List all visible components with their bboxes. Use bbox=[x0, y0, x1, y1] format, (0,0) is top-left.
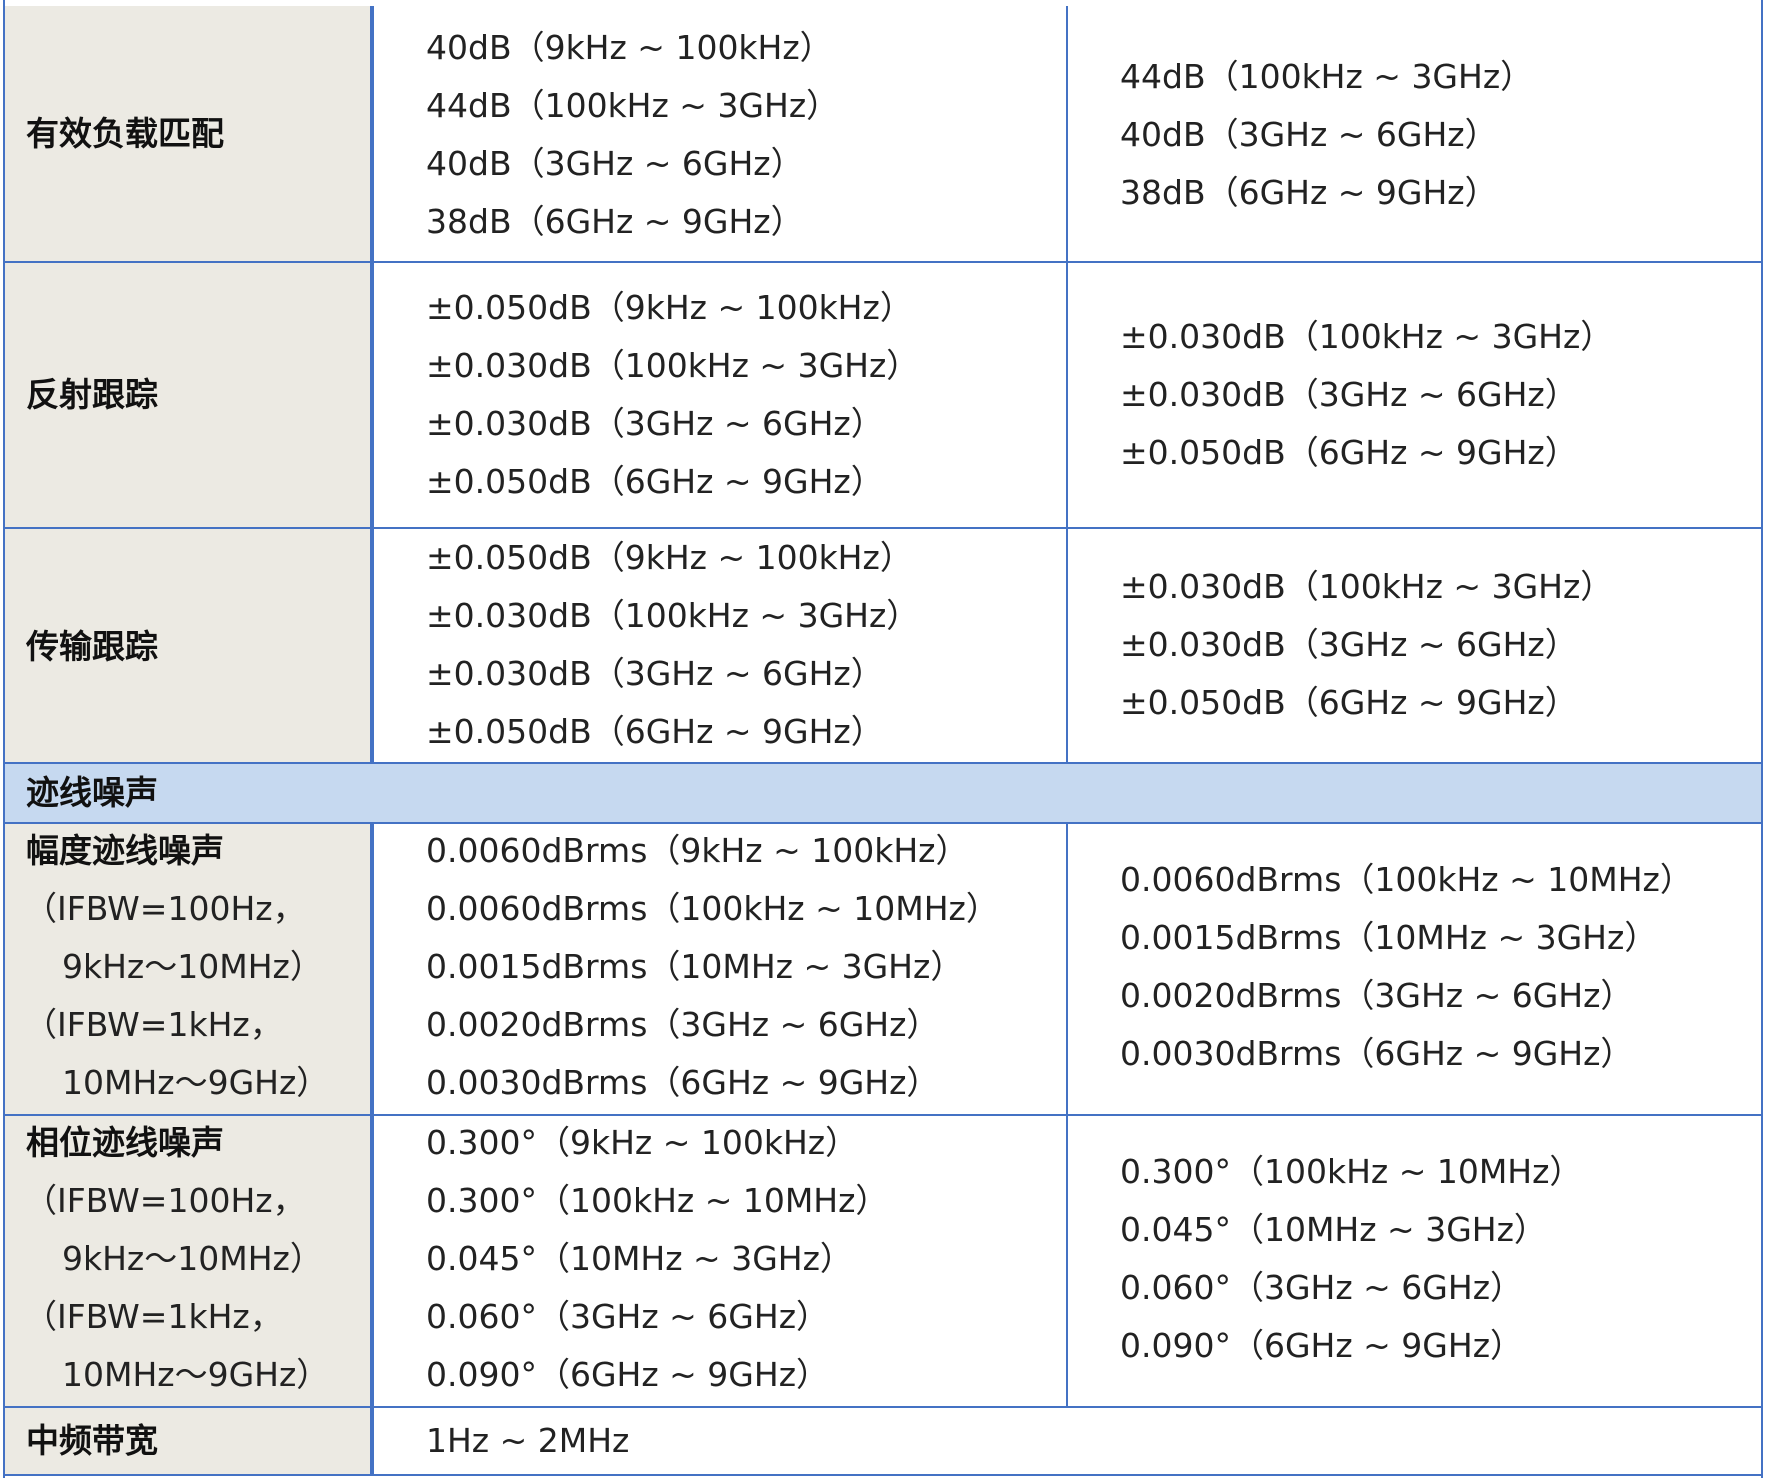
row-label-cell: 有效负载匹配 bbox=[4, 6, 374, 261]
row-label-note: （IFBW=1kHz， bbox=[24, 1005, 283, 1044]
value-line: ±0.050dB（9kHz ~ 100kHz） bbox=[426, 288, 913, 327]
value-line: 0.045°（10MHz ~ 3GHz） bbox=[426, 1239, 853, 1278]
row-label-note: （IFBW=1kHz， bbox=[24, 1297, 283, 1336]
value-line: ±0.030dB（3GHz ~ 6GHz） bbox=[426, 404, 884, 443]
row-label: 传输跟踪 bbox=[26, 627, 158, 666]
row-label-note: （IFBW=100Hz， bbox=[24, 1181, 306, 1220]
table-right-border bbox=[1761, 0, 1763, 1478]
value-line: ±0.030dB（3GHz ~ 6GHz） bbox=[1120, 375, 1578, 414]
row-label-note: 10MHz～9GHz） bbox=[62, 1355, 330, 1394]
row-label: 相位迹线噪声 bbox=[26, 1123, 224, 1162]
value-line: 0.045°（10MHz ~ 3GHz） bbox=[1120, 1210, 1547, 1249]
value-line: 0.0060dBrms（100kHz ~ 10MHz） bbox=[1120, 860, 1693, 899]
value-line: 0.060°（3GHz ~ 6GHz） bbox=[426, 1297, 830, 1336]
row-label-cell: 幅度迹线噪声 （IFBW=100Hz， 9kHz～10MHz） （IFBW=1k… bbox=[4, 824, 374, 1114]
row-label-cell: 传输跟踪 bbox=[4, 529, 374, 762]
spec-row-magnitude-trace-noise: 幅度迹线噪声 （IFBW=100Hz， 9kHz～10MHz） （IFBW=1k… bbox=[4, 824, 1762, 1114]
row-label: 中频带宽 bbox=[26, 1421, 158, 1460]
row-values-col2: ±0.030dB（100kHz ~ 3GHz） ±0.030dB（3GHz ~ … bbox=[1066, 263, 1762, 527]
row-values-col1: 40dB（9kHz ~ 100kHz） 44dB（100kHz ~ 3GHz） … bbox=[374, 6, 1066, 261]
spec-row-phase-trace-noise: 相位迹线噪声 （IFBW=100Hz， 9kHz～10MHz） （IFBW=1k… bbox=[4, 1116, 1762, 1406]
spec-row-transmission-tracking: 传输跟踪 ±0.050dB（9kHz ~ 100kHz） ±0.030dB（10… bbox=[4, 529, 1762, 762]
value-line: ±0.030dB（100kHz ~ 3GHz） bbox=[426, 596, 920, 635]
row-label-note: 9kHz～10MHz） bbox=[62, 947, 323, 986]
row-values-col1: 0.300°（9kHz ~ 100kHz） 0.300°（100kHz ~ 10… bbox=[374, 1116, 1066, 1406]
spec-table: 有效负载匹配 40dB（9kHz ~ 100kHz） 44dB（100kHz ~… bbox=[0, 0, 1766, 1478]
value-line: 38dB（6GHz ~ 9GHz） bbox=[426, 202, 804, 241]
value-line: ±0.050dB（9kHz ~ 100kHz） bbox=[426, 538, 913, 577]
row-label-note: 9kHz～10MHz） bbox=[62, 1239, 323, 1278]
row-label-cell: 反射跟踪 bbox=[4, 263, 374, 527]
row-values-col2: 0.0060dBrms（100kHz ~ 10MHz） 0.0015dBrms（… bbox=[1066, 824, 1762, 1114]
spec-row-if-bandwidth: 中频带宽 1Hz ~ 2MHz bbox=[4, 1408, 1762, 1474]
row-values-col1: 0.0060dBrms（9kHz ~ 100kHz） 0.0060dBrms（1… bbox=[374, 824, 1066, 1114]
value-line: 40dB（3GHz ~ 6GHz） bbox=[1120, 115, 1498, 154]
table-left-border bbox=[3, 0, 5, 1478]
value-line: 0.060°（3GHz ~ 6GHz） bbox=[1120, 1268, 1524, 1307]
section-title: 迹线噪声 bbox=[26, 773, 158, 812]
row-values-col1: ±0.050dB（9kHz ~ 100kHz） ±0.030dB（100kHz … bbox=[374, 529, 1066, 762]
table-bottom-border bbox=[4, 1474, 1762, 1476]
row-label: 反射跟踪 bbox=[26, 375, 158, 414]
value-line: 0.0030dBrms（6GHz ~ 9GHz） bbox=[426, 1063, 940, 1102]
value-line: 0.0020dBrms（3GHz ~ 6GHz） bbox=[426, 1005, 940, 1044]
value-line: 1Hz ~ 2MHz bbox=[426, 1421, 630, 1460]
spec-row-load-match: 有效负载匹配 40dB（9kHz ~ 100kHz） 44dB（100kHz ~… bbox=[4, 6, 1762, 261]
value-line: 0.0020dBrms（3GHz ~ 6GHz） bbox=[1120, 976, 1634, 1015]
value-line: ±0.030dB（3GHz ~ 6GHz） bbox=[1120, 625, 1578, 664]
row-values-col1: ±0.050dB（9kHz ~ 100kHz） ±0.030dB（100kHz … bbox=[374, 263, 1066, 527]
value-line: 0.090°（6GHz ~ 9GHz） bbox=[1120, 1326, 1524, 1365]
row-label-note: （IFBW=100Hz， bbox=[24, 889, 306, 928]
value-line: ±0.050dB（6GHz ~ 9GHz） bbox=[426, 462, 884, 501]
row-values-col2: 44dB（100kHz ~ 3GHz） 40dB（3GHz ~ 6GHz） 38… bbox=[1066, 6, 1762, 261]
value-line: ±0.030dB（3GHz ~ 6GHz） bbox=[426, 654, 884, 693]
row-label-cell: 相位迹线噪声 （IFBW=100Hz， 9kHz～10MHz） （IFBW=1k… bbox=[4, 1116, 374, 1406]
value-line: ±0.050dB（6GHz ~ 9GHz） bbox=[426, 712, 884, 751]
row-label: 幅度迹线噪声 bbox=[26, 831, 224, 870]
value-line: ±0.050dB（6GHz ~ 9GHz） bbox=[1120, 433, 1578, 472]
value-line: 0.0060dBrms（100kHz ~ 10MHz） bbox=[426, 889, 999, 928]
value-line: 0.0015dBrms（10MHz ~ 3GHz） bbox=[426, 947, 964, 986]
row-label-note: 10MHz～9GHz） bbox=[62, 1063, 330, 1102]
row-values-col2: 0.300°（100kHz ~ 10MHz） 0.045°（10MHz ~ 3G… bbox=[1066, 1116, 1762, 1406]
value-line: 0.300°（100kHz ~ 10MHz） bbox=[1120, 1152, 1583, 1191]
value-line: 0.0060dBrms（9kHz ~ 100kHz） bbox=[426, 831, 969, 870]
value-line: ±0.030dB（100kHz ~ 3GHz） bbox=[1120, 567, 1614, 606]
value-line: 0.0030dBrms（6GHz ~ 9GHz） bbox=[1120, 1034, 1634, 1073]
value-line: 40dB（3GHz ~ 6GHz） bbox=[426, 144, 804, 183]
row-label-cell: 中频带宽 bbox=[4, 1408, 374, 1474]
value-line: ±0.030dB（100kHz ~ 3GHz） bbox=[426, 346, 920, 385]
value-line: 0.300°（100kHz ~ 10MHz） bbox=[426, 1181, 889, 1220]
value-line: 38dB（6GHz ~ 9GHz） bbox=[1120, 173, 1498, 212]
value-line: 44dB（100kHz ~ 3GHz） bbox=[1120, 57, 1534, 96]
row-values-col2: ±0.030dB（100kHz ~ 3GHz） ±0.030dB（3GHz ~ … bbox=[1066, 529, 1762, 762]
section-header-trace-noise: 迹线噪声 bbox=[4, 764, 1762, 822]
value-line: 0.0015dBrms（10MHz ~ 3GHz） bbox=[1120, 918, 1658, 957]
value-line: 44dB（100kHz ~ 3GHz） bbox=[426, 86, 840, 125]
row-value-full: 1Hz ~ 2MHz bbox=[374, 1408, 1762, 1474]
value-line: ±0.030dB（100kHz ~ 3GHz） bbox=[1120, 317, 1614, 356]
spec-row-reflection-tracking: 反射跟踪 ±0.050dB（9kHz ~ 100kHz） ±0.030dB（10… bbox=[4, 263, 1762, 527]
row-label: 有效负载匹配 bbox=[26, 114, 224, 153]
value-line: 0.090°（6GHz ~ 9GHz） bbox=[426, 1355, 830, 1394]
value-line: 0.300°（9kHz ~ 100kHz） bbox=[426, 1123, 859, 1162]
value-line: 40dB（9kHz ~ 100kHz） bbox=[426, 28, 833, 67]
value-line: ±0.050dB（6GHz ~ 9GHz） bbox=[1120, 683, 1578, 722]
